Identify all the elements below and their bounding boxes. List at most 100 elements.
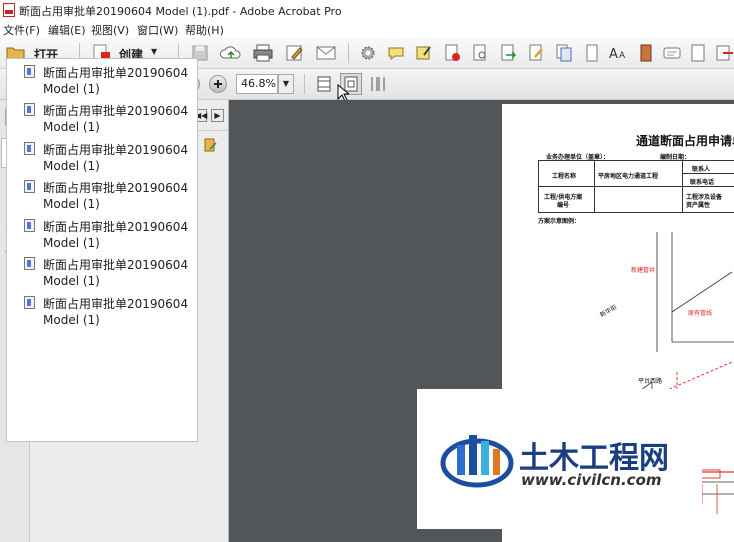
text-tool-button[interactable]: AA (608, 43, 628, 63)
doc-row1-label: 工程名称 (552, 173, 577, 180)
document-export-icon (501, 44, 517, 61)
upload-button[interactable] (220, 43, 241, 63)
printer-icon (253, 44, 273, 62)
bookmark-icon (24, 180, 35, 193)
watermark-url: www.civilcn.com (521, 471, 662, 489)
bookmark-item[interactable]: 断面占用审批单20190604 Model (1) (7, 99, 197, 137)
menu-help[interactable]: 帮助(H) (185, 22, 224, 38)
pdf-file-icon (3, 3, 15, 17)
doc-contact-phone: 联系电话 (690, 179, 715, 186)
edit-button[interactable] (284, 43, 304, 63)
svg-text:A: A (619, 51, 626, 61)
doc-annot1: 新建管井 (631, 267, 656, 274)
message-icon (663, 47, 681, 59)
email-button[interactable] (315, 43, 336, 63)
menu-bar: 文件(F) 编辑(E) 视图(V) 窗口(W) 帮助(H) (0, 20, 734, 38)
title-bar: 断面占用审批单20190604 Model (1).pdf - Adobe Ac… (0, 0, 734, 21)
menu-edit[interactable]: 编辑(E) (48, 22, 86, 38)
bookmark-item[interactable]: 断面占用审批单20190604 Model (1) (7, 292, 197, 330)
doc-row2-label-b: 编号 (557, 202, 570, 209)
envelope-icon (316, 46, 336, 60)
bookmark-icon (24, 296, 35, 309)
two-page-button[interactable] (368, 74, 388, 94)
sign-button[interactable] (526, 43, 546, 63)
bookmark-title: 断面占用审批单20190604 (43, 66, 189, 80)
bookmark-subtitle: Model (1) (43, 236, 100, 250)
bookmark-subtitle: Model (1) (43, 82, 100, 96)
bookmark-tool-button[interactable] (636, 43, 656, 63)
fit-width-button[interactable] (314, 74, 334, 94)
attach-button[interactable] (714, 43, 734, 63)
civilcn-logo-icon (440, 435, 514, 488)
menu-view[interactable]: 视图(V) (91, 22, 129, 38)
zoom-in-button[interactable] (209, 75, 227, 93)
document-icon (691, 44, 705, 62)
page-icon (586, 44, 598, 62)
page-button[interactable] (582, 43, 602, 63)
gear-icon (361, 46, 375, 60)
combine-button[interactable] (554, 43, 574, 63)
expand-icon (204, 138, 217, 152)
bookmark-item[interactable]: 断面占用审批单20190604 Model (1) (7, 61, 197, 99)
watermark-logo: 土木工程网 www.civilcn.com (417, 389, 702, 529)
menu-window[interactable]: 窗口(W) (137, 22, 178, 38)
bookmark-title: 断面占用审批单20190604 (43, 297, 189, 311)
doc-row2-label-d: 资产属性 (686, 202, 711, 209)
zoom-dropdown-icon[interactable]: ▼ (278, 74, 294, 94)
document-edit-icon (529, 44, 543, 61)
plus-icon (214, 80, 222, 88)
menu-file[interactable]: 文件(F) (3, 22, 40, 38)
comment-list-button[interactable] (662, 43, 682, 63)
bookmark-title: 断面占用审批单20190604 (43, 181, 189, 195)
zoom-input[interactable]: 46.8% (236, 74, 278, 94)
highlighter-icon (416, 46, 431, 60)
fit-width-icon (317, 76, 331, 92)
svg-text:A: A (609, 47, 618, 62)
doc-road1: 平台西路 (638, 378, 663, 385)
bookmark-item[interactable]: 断面占用审批单20190604 Model (1) (7, 138, 197, 176)
document-search-icon (473, 44, 486, 61)
bookmark-list: 断面占用审批单20190604 Model (1) 断面占用审批单20190604… (6, 58, 198, 442)
bookmark-icon (24, 257, 35, 270)
bookmark-icon (24, 142, 35, 155)
secure-button[interactable] (442, 43, 462, 63)
speech-bubble-icon (388, 47, 404, 60)
doc-annot2: 原有管线 (688, 310, 713, 317)
bookmark-icon (24, 219, 35, 232)
bookmark-icon (24, 103, 35, 116)
doc-row1-value: 平房地区电力通道工程 (598, 173, 659, 180)
doc-heading: 通道断面占用申请单 (636, 134, 734, 148)
bookmark-item[interactable]: 断面占用审批单20190604 Model (1) (7, 176, 197, 214)
close-panel-button[interactable]: ▶ (211, 109, 224, 122)
bookmark-subtitle: Model (1) (43, 197, 100, 211)
settings-button[interactable] (358, 43, 378, 63)
bookmark-item[interactable]: 断面占用审批单20190604 Model (1) (7, 215, 197, 253)
bookmark-icon (24, 65, 35, 78)
bookmark-subtitle: Model (1) (43, 120, 100, 134)
cloud-upload-icon (220, 46, 241, 59)
print-button[interactable] (252, 43, 273, 63)
bookmark-title: 断面占用审批单20190604 (43, 104, 189, 118)
folder-open-icon (716, 45, 733, 61)
page-view-button[interactable] (688, 43, 708, 63)
doc-contact: 联系人 (692, 166, 711, 173)
pencil-icon (286, 45, 303, 61)
bookmark-item[interactable]: 断面占用审批单20190604 Model (1) (7, 253, 197, 291)
create-dropdown-icon[interactable]: ▼ (151, 47, 157, 56)
window-title: 断面占用审批单20190604 Model (1).pdf - Adobe Ac… (19, 5, 342, 18)
expand-bookmark-button[interactable] (202, 137, 218, 156)
bookmark-subtitle: Model (1) (43, 274, 100, 288)
documents-icon (556, 44, 572, 62)
two-page-icon (371, 77, 385, 91)
document-delete-icon (445, 44, 460, 61)
bookmark-title: 断面占用审批单20190604 (43, 220, 189, 234)
bookmark-subtitle: Model (1) (43, 159, 100, 173)
highlight-button[interactable] (414, 43, 434, 63)
bookmark-title: 断面占用审批单20190604 (43, 258, 189, 272)
search-document-button[interactable] (470, 43, 490, 63)
book-icon (640, 44, 652, 62)
comment-button[interactable] (386, 43, 406, 63)
export-button[interactable] (498, 43, 518, 63)
bookmark-title: 断面占用审批单20190604 (43, 143, 189, 157)
bookmark-subtitle: Model (1) (43, 313, 100, 327)
